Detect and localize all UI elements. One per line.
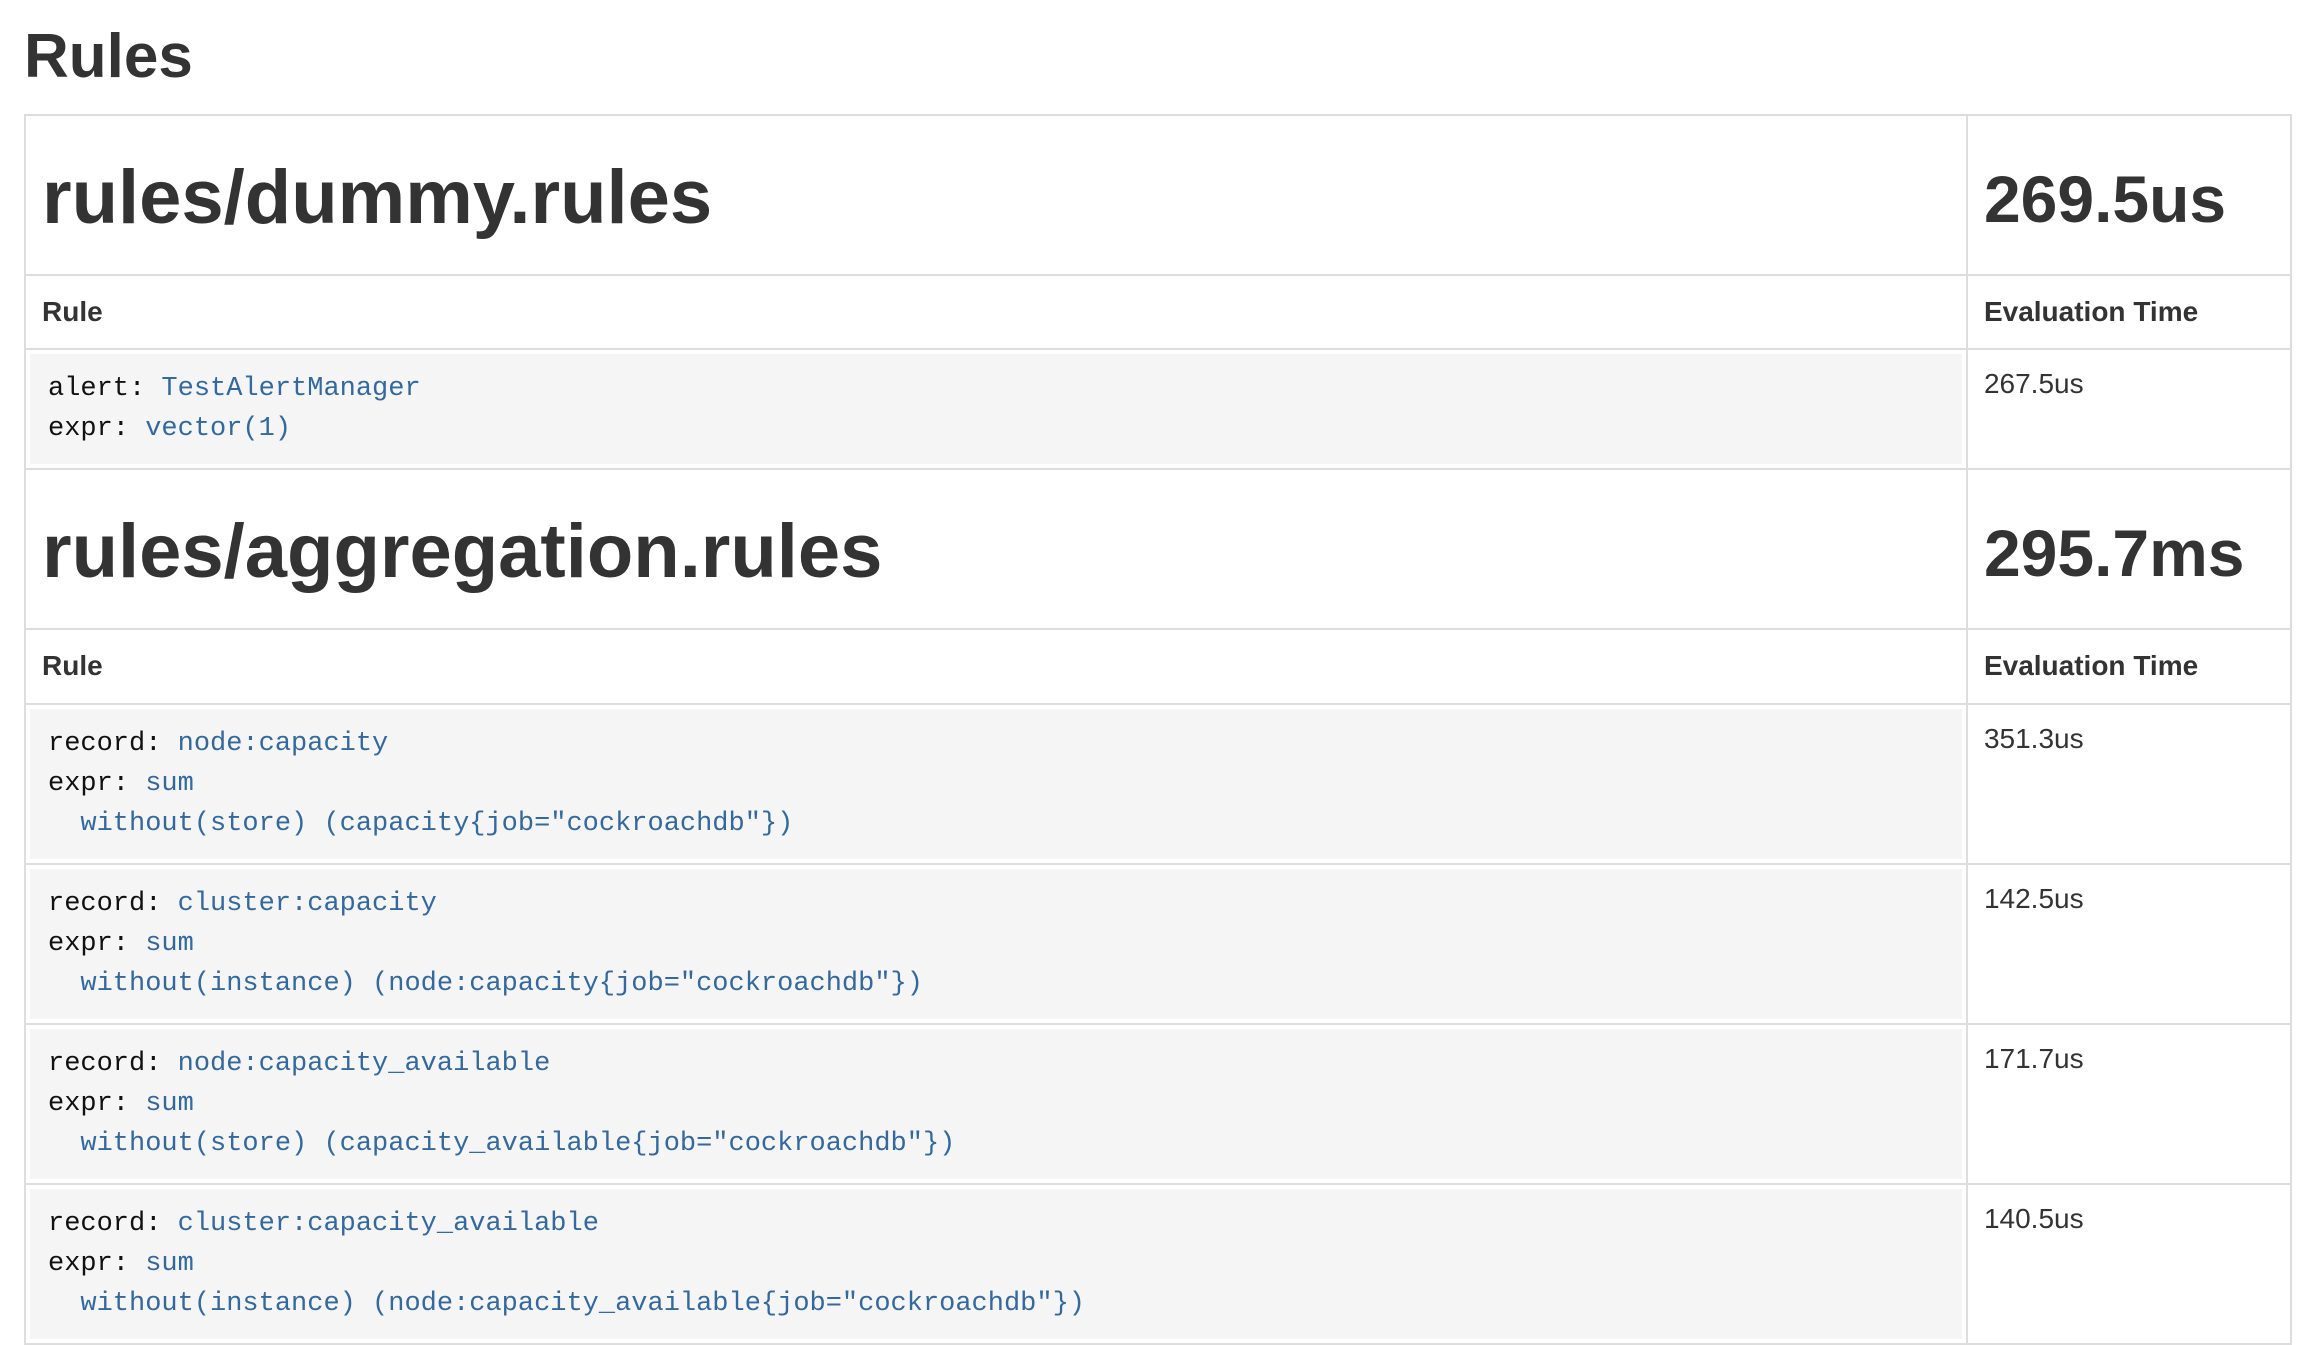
rule-code-block: record: node:capacity_available expr: su… xyxy=(30,1029,1962,1179)
expr-link[interactable]: sum xyxy=(145,1089,194,1119)
rule-evaluation-time: 140.5us xyxy=(1967,1184,2291,1344)
expr-label: expr: xyxy=(48,769,145,799)
group-evaluation-time: 269.5us xyxy=(1984,166,2274,232)
rule-evaluation-time: 142.5us xyxy=(1967,864,2291,1024)
rule-cell: record: node:capacity expr: sum without(… xyxy=(25,704,1967,864)
expr-link[interactable]: sum xyxy=(145,1249,194,1279)
expr-continuation[interactable]: without(store) (capacity{job="cockroachd… xyxy=(48,804,1944,844)
rule-cell: record: node:capacity_available expr: su… xyxy=(25,1024,1967,1184)
rule-code-block: alert: TestAlertManager expr: vector(1) xyxy=(30,354,1962,464)
rule-row: alert: TestAlertManager expr: vector(1) … xyxy=(25,349,2291,469)
rule-column-header: Rule xyxy=(25,629,1967,703)
rule-row: record: node:capacity_available expr: su… xyxy=(25,1024,2291,1184)
rule-code-block: record: cluster:capacity_available expr:… xyxy=(30,1189,1962,1339)
rule-row: record: cluster:capacity_available expr:… xyxy=(25,1184,2291,1344)
rule-name-link[interactable]: cluster:capacity xyxy=(178,889,437,919)
eval-column-header: Evaluation Time xyxy=(1967,629,2291,703)
rule-name-link[interactable]: cluster:capacity_available xyxy=(178,1209,599,1239)
expr-link[interactable]: sum xyxy=(145,929,194,959)
expr-label: expr: xyxy=(48,414,145,444)
expr-label: expr: xyxy=(48,929,145,959)
rule-row: record: cluster:capacity expr: sum witho… xyxy=(25,864,2291,1024)
page-title: Rules xyxy=(24,26,2292,88)
group-header-row: rules/dummy.rules 269.5us xyxy=(25,115,2291,275)
rule-code-block: record: node:capacity expr: sum without(… xyxy=(30,709,1962,859)
expr-label: expr: xyxy=(48,1249,145,1279)
eval-column-header: Evaluation Time xyxy=(1967,275,2291,349)
expr-label: expr: xyxy=(48,1089,145,1119)
group-eval-cell: 269.5us xyxy=(1967,115,2291,275)
group-header-row: rules/aggregation.rules 295.7ms xyxy=(25,469,2291,629)
group-eval-cell: 295.7ms xyxy=(1967,469,2291,629)
rule-kind-label: record: xyxy=(48,1209,178,1239)
group-file-cell: rules/aggregation.rules xyxy=(25,469,1967,629)
rule-cell: record: cluster:capacity expr: sum witho… xyxy=(25,864,1967,1024)
expr-continuation[interactable]: without(instance) (node:capacity{job="co… xyxy=(48,964,1944,1004)
expr-link[interactable]: vector(1) xyxy=(145,414,291,444)
rule-code-block: record: cluster:capacity expr: sum witho… xyxy=(30,869,1962,1019)
expr-link[interactable]: sum xyxy=(145,769,194,799)
rule-row: record: node:capacity expr: sum without(… xyxy=(25,704,2291,864)
column-header-row: Rule Evaluation Time xyxy=(25,275,2291,349)
group-file-name: rules/dummy.rules xyxy=(42,160,1950,236)
rule-evaluation-time: 351.3us xyxy=(1967,704,2291,864)
group-evaluation-time: 295.7ms xyxy=(1984,520,2274,586)
rule-evaluation-time: 267.5us xyxy=(1967,349,2291,469)
rule-name-link[interactable]: TestAlertManager xyxy=(161,374,420,404)
rule-kind-label: record: xyxy=(48,729,178,759)
rule-name-link[interactable]: node:capacity xyxy=(178,729,389,759)
rule-cell: alert: TestAlertManager expr: vector(1) xyxy=(25,349,1967,469)
rule-kind-label: record: xyxy=(48,1049,178,1079)
expr-continuation[interactable]: without(store) (capacity_available{job="… xyxy=(48,1124,1944,1164)
group-file-name: rules/aggregation.rules xyxy=(42,514,1950,590)
expr-continuation[interactable]: without(instance) (node:capacity_availab… xyxy=(48,1284,1944,1324)
rule-kind-label: record: xyxy=(48,889,178,919)
group-file-cell: rules/dummy.rules xyxy=(25,115,1967,275)
column-header-row: Rule Evaluation Time xyxy=(25,629,2291,703)
rules-table: rules/dummy.rules 269.5us Rule Evaluatio… xyxy=(24,114,2292,1345)
rule-evaluation-time: 171.7us xyxy=(1967,1024,2291,1184)
rule-kind-label: alert: xyxy=(48,374,161,404)
rule-name-link[interactable]: node:capacity_available xyxy=(178,1049,551,1079)
rule-column-header: Rule xyxy=(25,275,1967,349)
rule-cell: record: cluster:capacity_available expr:… xyxy=(25,1184,1967,1344)
